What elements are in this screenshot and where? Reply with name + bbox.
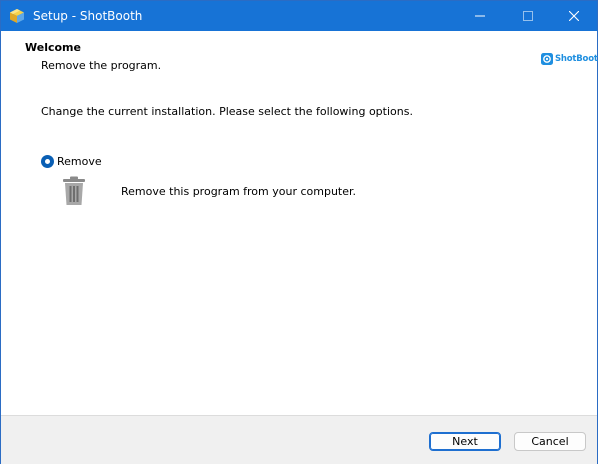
brand-logo-text: ShotBooth [555,54,598,64]
maximize-icon [523,11,533,21]
minimize-button[interactable] [457,1,503,31]
title-bar[interactable]: Setup - ShotBooth [1,1,597,31]
cancel-button[interactable]: Cancel [514,432,586,451]
maximize-button[interactable] [505,1,551,31]
remove-option-radio[interactable]: Remove [41,153,102,169]
page-subtitle: Remove the program. [41,59,162,72]
close-button[interactable] [551,1,597,31]
wizard-footer: Next Cancel [1,415,597,464]
brand-logo: ShotBooth [541,52,598,66]
page-title: Welcome [25,41,81,54]
wizard-header: Welcome Remove the program. ShotBooth [1,31,598,85]
close-icon [569,11,579,21]
remove-option-description: Remove this program from your computer. [121,185,357,198]
package-icon [9,8,25,24]
instructions-text: Change the current installation. Please … [41,105,413,118]
next-button[interactable]: Next [429,432,501,451]
remove-option-label[interactable]: Remove [57,155,102,168]
shotbooth-logo-icon [541,50,553,69]
window-title: Setup - ShotBooth [33,9,143,23]
trash-icon [61,175,87,207]
minimize-icon [475,15,485,17]
radio-selected-icon[interactable] [41,154,54,168]
setup-window: Setup - ShotBooth Welcome Remove the pro… [0,0,598,464]
